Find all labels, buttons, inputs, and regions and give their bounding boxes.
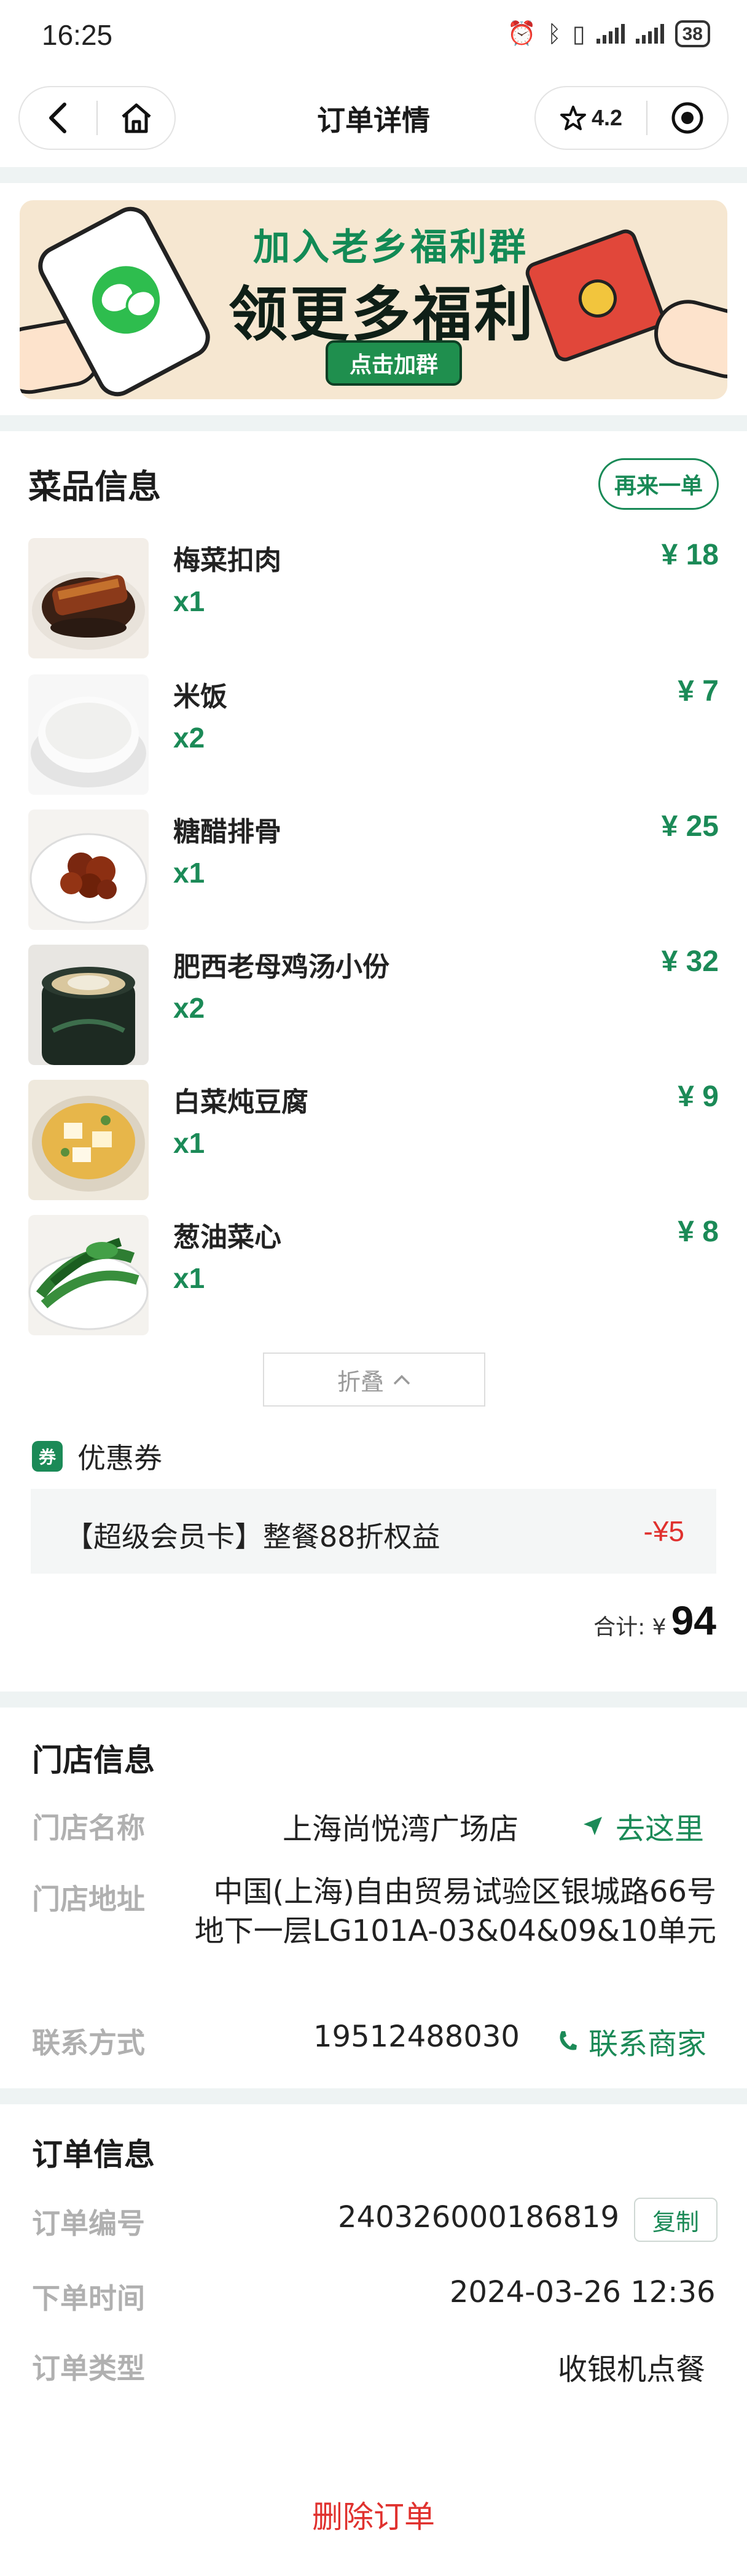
dish-price: ¥ 8 — [678, 1216, 719, 1248]
fold-label: 折叠 — [337, 1368, 384, 1395]
dish-name: 葱油菜心 — [173, 1222, 281, 1253]
red-envelope-illustration — [522, 226, 668, 365]
store-address-label: 门店地址 — [32, 1883, 145, 1916]
dish-qty: x1 — [173, 857, 205, 889]
dish-item: 葱油菜心 x1 ¥ 8 — [28, 1215, 719, 1335]
order-total: 合计: ¥ 94 — [593, 1597, 716, 1644]
order-number-label: 订单编号 — [32, 2207, 145, 2240]
coupon-row: 【超级会员卡】整餐88折权益 -¥5 — [31, 1489, 716, 1574]
section-divider — [0, 167, 747, 183]
close-miniprogram-button[interactable] — [647, 87, 727, 149]
dish-image — [28, 945, 149, 1065]
contact-label: 联系方式 — [32, 2026, 145, 2059]
dish-qty: x1 — [173, 585, 205, 617]
dish-name: 肥西老母鸡汤小份 — [173, 951, 389, 983]
coin-icon — [573, 274, 622, 323]
coupon-amount: -¥5 — [643, 1515, 684, 1547]
store-name-label: 门店名称 — [32, 1811, 145, 1844]
coupon-header: 券 优惠券 — [32, 1436, 162, 1477]
reorder-button[interactable]: 再来一单 — [598, 458, 719, 510]
navigation-arrow-icon — [584, 1817, 602, 1835]
dish-image — [28, 810, 149, 930]
rating-value: 4.2 — [591, 105, 623, 130]
nav-capsule-left — [18, 86, 176, 150]
rating-button[interactable]: 4.2 — [536, 104, 646, 131]
dish-price: ¥ 18 — [661, 539, 719, 571]
star-icon — [560, 106, 586, 130]
vibrate-icon: ▯ — [572, 20, 585, 47]
coupon-tag-icon: 券 — [32, 1441, 63, 1472]
dish-item: 糖醋排骨 x1 ¥ 25 — [28, 810, 719, 930]
dish-qty: x2 — [173, 722, 205, 754]
coupon-name: 【超级会员卡】整餐88折权益 — [65, 1520, 440, 1553]
status-time: 16:25 — [42, 19, 113, 51]
dish-item: 白菜炖豆腐 x1 ¥ 9 — [28, 1080, 719, 1200]
store-address: 中国(上海)自由贸易试验区银城路66号地下一层LG101A-03&04&09&1… — [194, 1875, 716, 1948]
alarm-icon: ⏰ — [507, 20, 536, 47]
signal-icon-2 — [635, 23, 664, 44]
phone-icon — [560, 2031, 577, 2050]
chevron-left-icon — [49, 103, 66, 133]
wechat-icon — [80, 254, 172, 346]
total-value: 94 — [671, 1598, 716, 1643]
dish-name: 梅菜扣肉 — [173, 545, 281, 576]
section-divider — [0, 1692, 747, 1708]
navigate-link[interactable]: 去这里 — [581, 1805, 704, 1848]
order-number: 240326000186819 — [338, 2200, 620, 2234]
order-type: 收银机点餐 — [558, 2352, 706, 2387]
dish-qty: x2 — [173, 992, 205, 1024]
dish-image — [28, 1080, 149, 1200]
order-type-label: 订单类型 — [32, 2352, 145, 2385]
dish-image — [28, 538, 149, 658]
dish-image — [28, 1215, 149, 1335]
dish-qty: x1 — [173, 1127, 205, 1159]
section-divider — [0, 415, 747, 431]
section-divider — [0, 2088, 747, 2104]
dish-price: ¥ 32 — [661, 945, 719, 978]
order-section-title: 订单信息 — [32, 2137, 155, 2172]
coupon-title: 优惠券 — [77, 1442, 162, 1475]
signal-icon — [596, 23, 625, 44]
contact-merchant-label: 联系商家 — [589, 2027, 707, 2061]
delete-order-button[interactable]: 删除订单 — [0, 2492, 747, 2537]
dish-price: ¥ 9 — [678, 1080, 719, 1113]
store-name: 上海尚悦湾广场店 — [283, 1812, 519, 1846]
status-icons: ⏰ ᛒ ▯ 38 — [507, 20, 710, 47]
dish-item: 肥西老母鸡汤小份 x2 ¥ 32 — [28, 945, 719, 1065]
banner-line1: 加入老乡福利群 — [253, 226, 528, 269]
dish-item: 梅菜扣肉 x1 ¥ 18 — [28, 538, 719, 658]
copy-button[interactable]: 复制 — [634, 2198, 718, 2242]
dishes-section-title: 菜品信息 — [28, 467, 161, 506]
dish-image — [28, 674, 149, 795]
fold-button[interactable]: 折叠 — [263, 1352, 485, 1407]
navigate-label: 去这里 — [616, 1812, 705, 1846]
back-button[interactable] — [20, 87, 96, 149]
promo-banner[interactable]: 加入老乡福利群 领更多福利 点击加群 — [20, 200, 727, 399]
total-label: 合计: ¥ — [593, 1615, 667, 1640]
store-phone: 19512488030 — [313, 2020, 520, 2054]
chevron-up-icon — [393, 1375, 410, 1385]
status-bar: 16:25 ⏰ ᛒ ▯ 38 — [0, 0, 747, 74]
home-button[interactable] — [98, 87, 174, 149]
home-icon — [121, 103, 151, 133]
join-group-button[interactable]: 点击加群 — [326, 340, 462, 386]
battery-icon: 38 — [675, 20, 710, 47]
dish-price: ¥ 25 — [661, 810, 719, 843]
dish-name: 米饭 — [173, 681, 227, 712]
dish-name: 白菜炖豆腐 — [173, 1087, 308, 1118]
bluetooth-icon: ᛒ — [547, 20, 561, 47]
dish-item: 米饭 x2 ¥ 7 — [28, 674, 719, 795]
nav-capsule-right: 4.2 — [534, 86, 729, 150]
dish-name: 糖醋排骨 — [173, 816, 281, 848]
banner-line2: 领更多福利 — [229, 280, 536, 349]
store-section-title: 门店信息 — [32, 1743, 155, 1778]
dish-price: ¥ 7 — [678, 675, 719, 708]
target-icon — [671, 102, 703, 134]
nav-bar: 订单详情 4.2 — [0, 80, 747, 160]
order-time: 2024-03-26 12:36 — [450, 2275, 716, 2309]
order-time-label: 下单时间 — [32, 2282, 145, 2315]
dish-qty: x1 — [173, 1262, 205, 1294]
contact-merchant-link[interactable]: 联系商家 — [557, 2020, 706, 2063]
